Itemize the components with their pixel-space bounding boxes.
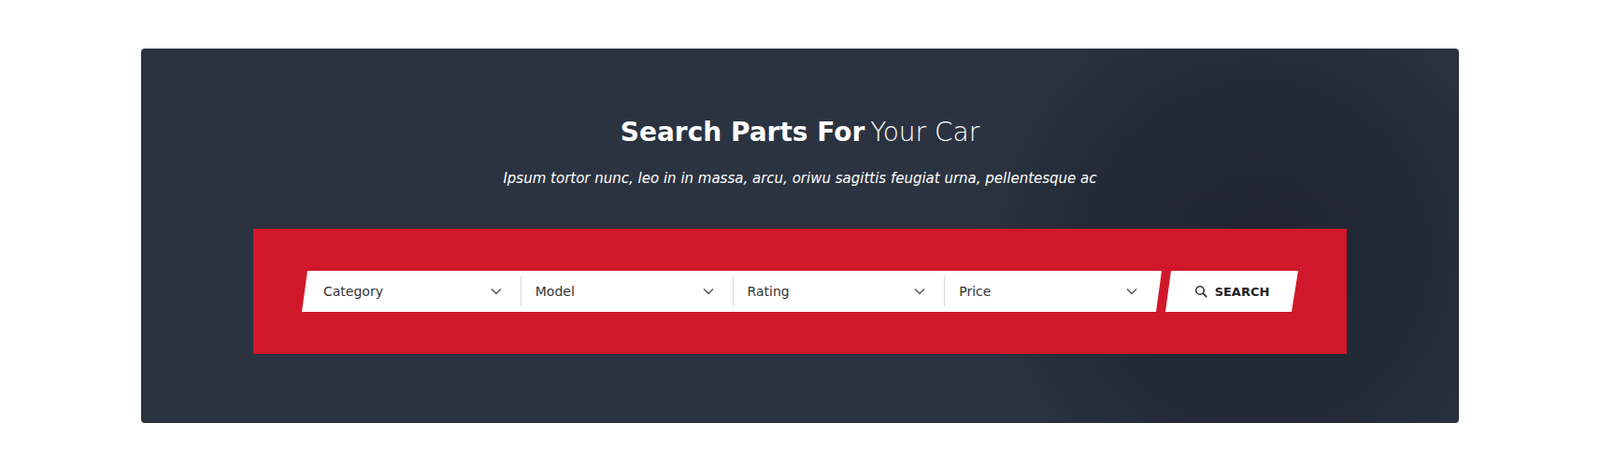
search-panel: Category Model Rating Price SEARCH bbox=[253, 228, 1347, 355]
chevron-down-icon bbox=[702, 287, 715, 296]
filter-select[interactable]: Category bbox=[309, 276, 521, 307]
chevron-down-icon bbox=[490, 287, 502, 296]
filter-label: Category bbox=[323, 284, 384, 300]
chevron-down-icon bbox=[1126, 287, 1138, 296]
page: Search Parts ForYour Car Ipsum tortor nun… bbox=[0, 0, 1600, 465]
filter-group: Category Model Rating Price bbox=[301, 271, 1162, 313]
filter-label: Rating bbox=[747, 284, 790, 300]
search-label: SEARCH bbox=[1214, 285, 1271, 300]
search-icon bbox=[1194, 285, 1208, 299]
search-bar: Category Model Rating Price SEARCH bbox=[301, 271, 1299, 313]
filter-label: Price bbox=[958, 284, 991, 300]
filter-select[interactable]: Rating bbox=[732, 276, 945, 307]
search-hero: Search Parts ForYour Car Ipsum tortor nun… bbox=[141, 48, 1459, 424]
filter-select[interactable]: Model bbox=[520, 276, 733, 307]
search-button[interactable]: SEARCH bbox=[1165, 271, 1299, 313]
hero-title: Search Parts ForYour Car bbox=[620, 115, 980, 150]
title-bold: Search Parts For bbox=[620, 116, 865, 148]
filter-select[interactable]: Price bbox=[943, 276, 1157, 307]
chevron-down-icon bbox=[914, 287, 926, 296]
filter-label: Model bbox=[535, 284, 575, 300]
title-light: Your Car bbox=[870, 116, 980, 148]
hero-subtitle: Ipsum tortor nunc, leo in in massa, arcu… bbox=[502, 167, 1097, 190]
